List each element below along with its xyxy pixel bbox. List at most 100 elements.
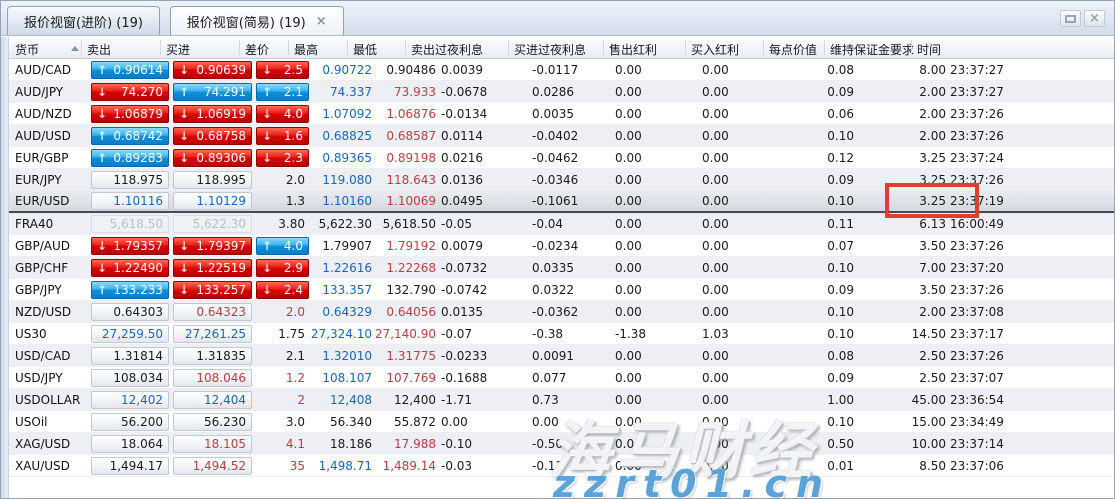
sell-button[interactable]: 12,402 [91,390,169,409]
tab-quote-advanced[interactable]: 报价视窗(进阶) (19) [7,6,160,35]
buy-button[interactable]: 118.995 [173,170,252,189]
sell-button[interactable]: ↑ 0.89283 [91,148,169,167]
buy-value: 0.68758 [196,128,246,143]
buy-button[interactable]: 108.046 [173,368,252,387]
sell-button[interactable]: ↓ 1.22490 [91,258,169,277]
column-header-11[interactable]: 维持保证金要求 [830,41,914,58]
buy-button[interactable]: 1.31835 [173,346,252,365]
spread-button[interactable]: ↓ 2.5 [256,60,309,79]
buy-button[interactable]: 18.105 [173,434,252,453]
buy-overnight-cell: 0.0035 [532,106,574,121]
buy-button[interactable]: 1,494.52 [173,456,252,475]
sell-button[interactable]: ↑ 0.68742 [91,126,169,145]
sell-button[interactable]: ↑ 133.233 [91,280,169,299]
spread-button[interactable]: ↓ 2.4 [256,280,309,299]
buy-button[interactable]: ↓ 1.79397 [173,236,252,255]
buy-button[interactable]: ↑ 74.291 [173,82,252,101]
buy-button[interactable]: ↓ 0.90639 [173,60,252,79]
column-header-0[interactable]: 货币 [15,41,39,58]
maximize-button[interactable] [1060,10,1081,27]
sell-button[interactable]: 1,494.17 [91,456,169,475]
sell-button[interactable]: ↓ 1.79357 [91,236,169,255]
column-header-3[interactable]: 差价 [245,41,269,58]
sell-button[interactable]: 1.31814 [91,346,169,365]
column-header-10[interactable]: 每点价值 [769,41,817,58]
table-row-XAG/USD[interactable]: XAG/USD 18.064 18.105 4.1 18.186 17.988 -0.10 -… [9,433,1114,455]
table-row-GBP/JPY[interactable]: GBP/JPY ↑ 133.233 ↓ 133.257 ↓ 2.4 133.357 132.79… [9,279,1114,301]
table-row-USOil[interactable]: USOil 56.200 56.230 3.0 56.340 55.872 0.00 0.00… [9,411,1114,433]
spread-button[interactable]: ↓ 2.9 [256,258,309,277]
table-row-EUR/GBP[interactable]: EUR/GBP ↑ 0.89283 ↓ 0.89306 ↓ 2.3 0.89365 0.8919… [9,147,1114,169]
tab-close-icon[interactable]: × [316,15,327,28]
table-row-AUD/USD[interactable]: AUD/USD ↑ 0.68742 ↓ 0.68758 ↓ 1.6 0.68825 0.6858… [9,125,1114,147]
column-header-4[interactable]: 最高 [294,41,318,58]
column-header-8[interactable]: 售出红利 [609,41,657,58]
sell-button[interactable]: 27,259.50 [91,324,169,343]
column-header-5[interactable]: 最低 [353,41,377,58]
spread-button[interactable]: ↑ 4.0 [256,236,309,255]
spread-button[interactable]: ↓ 4.0 [256,104,309,123]
buy-cell: 0.64323 [171,301,254,322]
low-cell: 1.79192 [386,238,436,253]
column-header-12[interactable]: 时间 [917,41,941,58]
sell-button[interactable]: ↓ 1.06879 [91,104,169,123]
high-cell: 133.357 [322,282,372,297]
sell-button[interactable]: ↑ 0.90614 [91,60,169,79]
buy-dividend-cell: 0.00 [702,348,729,363]
spread-button[interactable]: ↓ 2.3 [256,148,309,167]
margin-requirement-cell: 2.00 [919,304,946,319]
buy-button[interactable]: ↓ 1.22519 [173,258,252,277]
table-row-GBP/CHF[interactable]: GBP/CHF ↓ 1.22490 ↓ 1.22519 ↓ 2.9 1.22616 1.2226… [9,257,1114,279]
table-row-USD/JPY[interactable]: USD/JPY 108.034 108.046 1.2 108.107 107.769 -0… [9,367,1114,389]
sell-button[interactable]: 1.10116 [91,192,169,210]
symbol-cell: FRA40 [15,216,54,231]
spread-button[interactable]: ↑ 2.1 [256,82,309,101]
buy-button[interactable]: ↓ 0.89306 [173,148,252,167]
sell-overnight-cell: 0.0136 [441,172,483,187]
sell-button[interactable]: 108.034 [91,368,169,387]
close-button[interactable]: × [1084,10,1105,27]
buy-button[interactable]: 12,404 [173,390,252,409]
column-header-1[interactable]: 卖出 [87,41,111,58]
sell-button[interactable]: 5,618.50 [91,214,169,233]
sell-overnight-cell: -0.0742 [441,282,488,297]
column-header-2[interactable]: 买进 [166,41,190,58]
low-cell: 0.64056 [386,304,436,319]
symbol-cell: NZD/USD [15,304,72,319]
table-row-AUD/NZD[interactable]: AUD/NZD ↓ 1.06879 ↓ 1.06919 ↓ 4.0 1.07092 1.0687… [9,103,1114,125]
table-row-GBP/AUD[interactable]: GBP/AUD ↓ 1.79357 ↓ 1.79397 ↑ 4.0 1.79907 1.7919… [9,235,1114,257]
buy-button[interactable]: 5,622.30 [173,214,252,233]
window-controls: × [1060,10,1105,27]
spread-button[interactable]: ↓ 1.6 [256,126,309,145]
spread-cell: 1.75 [254,323,311,344]
buy-overnight-cell: 0.077 [532,370,567,385]
table-row-NZD/USD[interactable]: NZD/USD 0.64303 0.64323 2.0 0.64329 0.64056 0.… [9,301,1114,323]
buy-button[interactable]: 56.230 [173,412,252,431]
spread-cell: 1.3 [254,191,311,211]
sell-button[interactable]: 18.064 [91,434,169,453]
table-row-AUD/JPY[interactable]: AUD/JPY ↓ 74.270 ↑ 74.291 ↑ 2.1 74.337 73.933 -0.… [9,81,1114,103]
sell-button[interactable]: 118.975 [91,170,169,189]
buy-button[interactable]: ↓ 0.68758 [173,126,252,145]
table-row-USDOLLAR[interactable]: USDOLLAR 12,402 12,404 2 12,408 12,400 -1.71 0.… [9,389,1114,411]
table-row-AUD/CAD[interactable]: AUD/CAD ↑ 0.90614 ↓ 0.90639 ↓ 2.5 0.90722 0.9048… [9,59,1114,81]
sell-button[interactable]: 0.64303 [91,302,169,321]
sell-value: 0.64303 [113,304,163,319]
column-header-9[interactable]: 买入红利 [691,41,739,58]
table-row-XAU/USD[interactable]: XAU/USD 1,494.17 1,494.52 35 1,498.71 1,489.1… [9,455,1114,477]
margin-requirement-cell: 2.00 [919,128,946,143]
sell-button[interactable]: ↓ 74.270 [91,82,169,101]
sell-button[interactable]: 56.200 [91,412,169,431]
buy-button[interactable]: 27,261.25 [173,324,252,343]
buy-button[interactable]: 0.64323 [173,302,252,321]
time-cell: 23:37:06 [950,458,1004,473]
table-row-USD/CAD[interactable]: USD/CAD 1.31814 1.31835 2.1 1.32010 1.31775 -0… [9,345,1114,367]
tab-quote-simple[interactable]: 报价视窗(简易) (19) × [169,6,344,35]
buy-dividend-cell: 0.00 [702,106,729,121]
column-header-7[interactable]: 买进过夜利息 [514,41,586,58]
table-row-US30[interactable]: US30 27,259.50 27,261.25 1.75 27,324.10 27,14… [9,323,1114,345]
column-header-6[interactable]: 卖出过夜利息 [411,41,483,58]
buy-button[interactable]: 1.10129 [173,192,252,210]
buy-button[interactable]: ↓ 133.257 [173,280,252,299]
buy-button[interactable]: ↓ 1.06919 [173,104,252,123]
